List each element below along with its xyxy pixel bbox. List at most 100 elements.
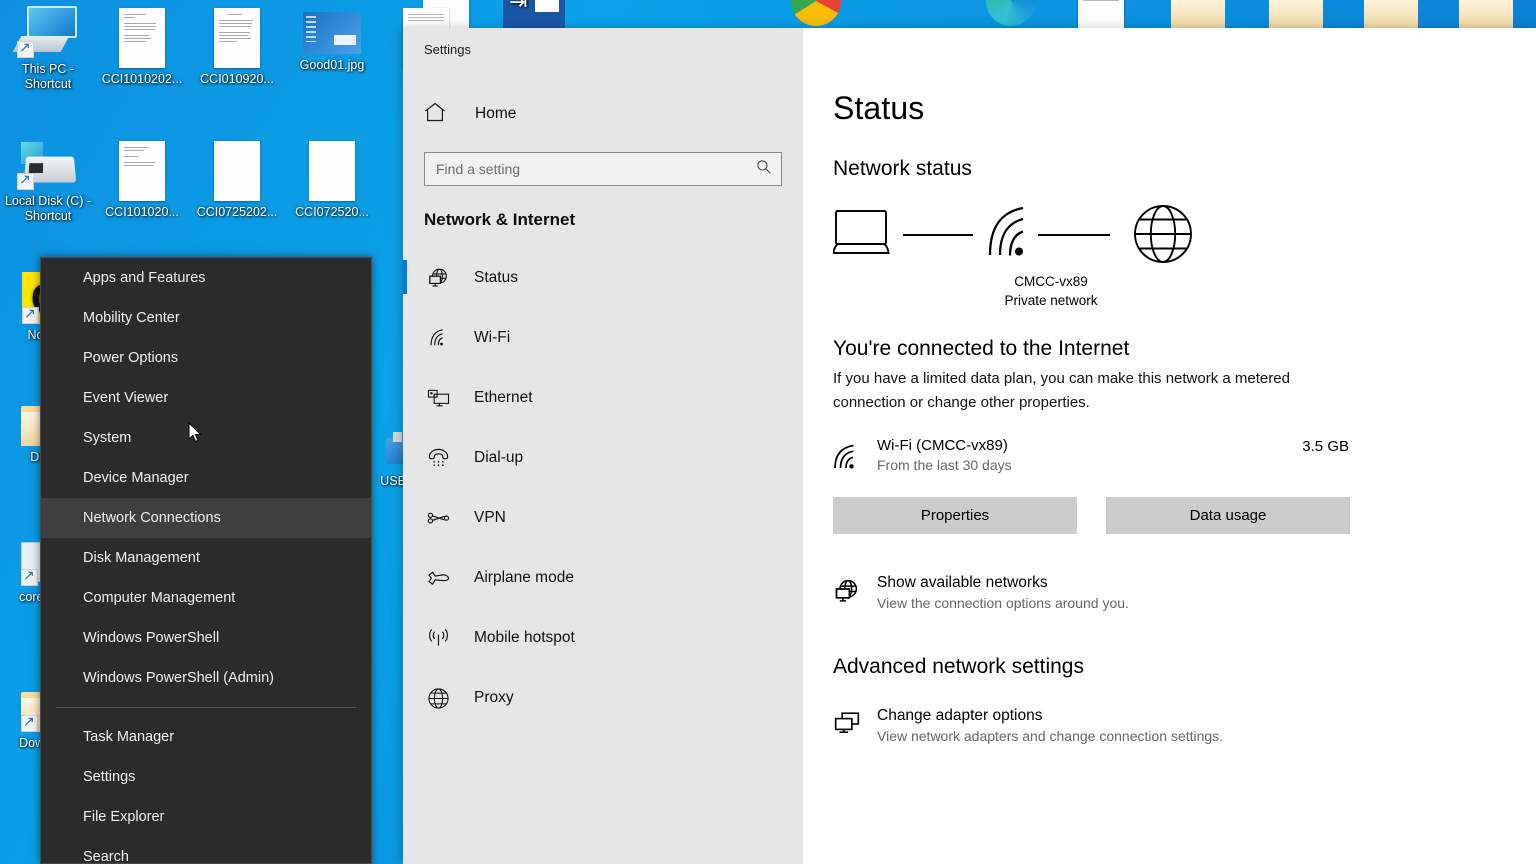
winx-item-search[interactable]: Search [41, 837, 371, 864]
connection-description: If you have a limited data plan, you can… [833, 370, 1290, 411]
properties-button[interactable]: Properties [833, 497, 1077, 534]
sidebar-home-label: Home [475, 105, 517, 122]
winx-item-label: Event Viewer [83, 390, 169, 406]
winx-item-label: Power Options [83, 350, 179, 366]
laptop-icon [832, 210, 890, 254]
winx-separator [56, 707, 356, 708]
desktop-icon[interactable] [965, 0, 1057, 30]
document-icon [309, 141, 355, 201]
data-usage-row: Wi-Fi (CMCC-vx89) From the last 30 days … [833, 437, 1349, 475]
sidebar-nav-list: Status Wi-Fi Ethernet Dial-up VPN Airpla… [403, 248, 803, 728]
edge-icon [986, 0, 1036, 26]
desktop-icon-label: CCI072520... [295, 205, 369, 219]
section-advanced-network-settings: Advanced network settings [833, 655, 1084, 678]
data-usage-button[interactable]: Data usage [1106, 497, 1350, 534]
hotspot-icon [424, 628, 452, 648]
vpn-icon [424, 510, 452, 526]
winx-item-event-viewer[interactable]: Event Viewer [41, 378, 371, 418]
desktop-icon-document[interactable]: CCI0725202... [191, 141, 283, 220]
desktop-icon-document[interactable]: CCI1010202... [96, 8, 188, 87]
sidebar-item-wifi[interactable]: Wi-Fi [403, 308, 803, 368]
search-input[interactable] [436, 161, 756, 177]
change-adapter-options-link[interactable]: Change adapter options View network adap… [833, 707, 1536, 744]
winx-item-label: Search [83, 849, 129, 864]
desktop-icon-label: Good01.jpg [299, 58, 365, 72]
sidebar-item-status[interactable]: Status [403, 248, 803, 308]
search-box[interactable] [424, 152, 782, 186]
show-available-networks-link[interactable]: Show available networks View the connect… [833, 574, 1536, 611]
winx-item-label: Windows PowerShell [83, 630, 220, 646]
airplane-icon [424, 568, 452, 589]
network-diagram-caption: CMCC-vx89 Private network [941, 272, 1161, 310]
winx-item-settings[interactable]: Settings [41, 757, 371, 797]
sidebar-item-home[interactable]: Home [403, 94, 803, 134]
connection-heading: You're connected to the Internet [833, 337, 1130, 360]
settings-window: Settings Home Network & Internet [403, 28, 1536, 864]
sidebar-item-proxy[interactable]: Proxy [403, 668, 803, 728]
sidebar-item-label: Wi-Fi [474, 329, 511, 346]
wifi-icon [988, 206, 1024, 256]
winx-item-windows-powershell[interactable]: Windows PowerShell [41, 618, 371, 658]
sidebar-category-title: Network & Internet [424, 210, 576, 229]
winx-item-label: Settings [83, 769, 136, 785]
shortcut-arrow-icon [17, 39, 34, 58]
sidebar-item-label: Mobile hotspot [474, 629, 575, 646]
sidebar-item-airplane-mode[interactable]: Airplane mode [403, 548, 803, 608]
winx-item-windows-powershell-admin[interactable]: Windows PowerShell (Admin) [41, 658, 371, 698]
document-icon [214, 141, 260, 201]
winx-item-apps-and-features[interactable]: Apps and Features [41, 258, 371, 298]
settings-main-pane: Status Network status CMCC-vx89 Private … [803, 28, 1536, 864]
section-network-status: Network status [833, 157, 972, 180]
desktop-icon-document[interactable]: CCI072520... [286, 141, 378, 220]
winx-item-label: System [83, 430, 132, 446]
desktop-icon-document[interactable]: CCI010920... [191, 8, 283, 87]
sidebar-item-vpn[interactable]: VPN [403, 488, 803, 548]
winx-item-disk-management[interactable]: Disk Management [41, 538, 371, 578]
globe-icon [424, 687, 452, 710]
network-type: Private network [1004, 293, 1098, 308]
desktop-icon-label: Local Disk (C) - Shortcut [4, 194, 92, 223]
desktop-icon-image[interactable]: Good01.jpg [286, 12, 378, 73]
this-pc-icon [12, 6, 79, 58]
desktop-icon-this-pc[interactable]: This PC - Shortcut [2, 6, 94, 92]
image-icon [303, 12, 361, 54]
network-status-diagram: CMCC-vx89 Private network [832, 205, 1536, 308]
winx-item-network-connections[interactable]: Network Connections [41, 498, 371, 538]
winx-item-mobility-center[interactable]: Mobility Center [41, 298, 371, 338]
document-icon [119, 8, 165, 68]
folder-icon [1171, 0, 1225, 30]
folder-icon [1364, 0, 1418, 30]
sidebar-item-mobile-hotspot[interactable]: Mobile hotspot [403, 608, 803, 668]
winx-item-system[interactable]: System [41, 418, 371, 458]
sidebar-item-dialup[interactable]: Dial-up [403, 428, 803, 488]
usage-period: From the last 30 days [877, 457, 1012, 473]
sidebar-item-ethernet[interactable]: Ethernet [403, 368, 803, 428]
winx-item-file-explorer[interactable]: File Explorer [41, 797, 371, 837]
winx-item-label: Task Manager [83, 729, 175, 745]
network-name: CMCC-vx89 [1014, 274, 1088, 289]
winx-context-menu[interactable]: Apps and Features Mobility Center Power … [40, 257, 372, 864]
sidebar-item-label: Dial-up [474, 449, 524, 466]
document-icon [119, 141, 165, 201]
winx-item-label: Mobility Center [83, 310, 180, 326]
search-icon[interactable] [756, 159, 772, 180]
link-title: Change adapter options [877, 707, 1043, 724]
winx-item-power-options[interactable]: Power Options [41, 338, 371, 378]
desktop-icon-local-disk[interactable]: Local Disk (C) - Shortcut [2, 142, 94, 224]
desktop-icon[interactable] [770, 0, 862, 30]
globe-icon [1134, 205, 1192, 263]
desktop-icon-document[interactable]: CCI101020... [96, 141, 188, 220]
desktop-icon-label: CCI101020... [105, 205, 179, 219]
winx-item-device-manager[interactable]: Device Manager [41, 458, 371, 498]
phone-icon [424, 448, 452, 468]
document-icon [214, 8, 260, 68]
page-title: Status [833, 90, 925, 126]
shortcut-arrow-icon [17, 171, 34, 190]
shortcut-arrow-icon [21, 567, 38, 586]
winx-item-computer-management[interactable]: Computer Management [41, 578, 371, 618]
globe-monitor-icon [833, 574, 877, 611]
winx-item-label: Computer Management [83, 590, 236, 606]
winx-item-task-manager[interactable]: Task Manager [41, 717, 371, 757]
link-title: Show available networks [877, 574, 1048, 591]
globe-monitor-icon [424, 267, 452, 290]
